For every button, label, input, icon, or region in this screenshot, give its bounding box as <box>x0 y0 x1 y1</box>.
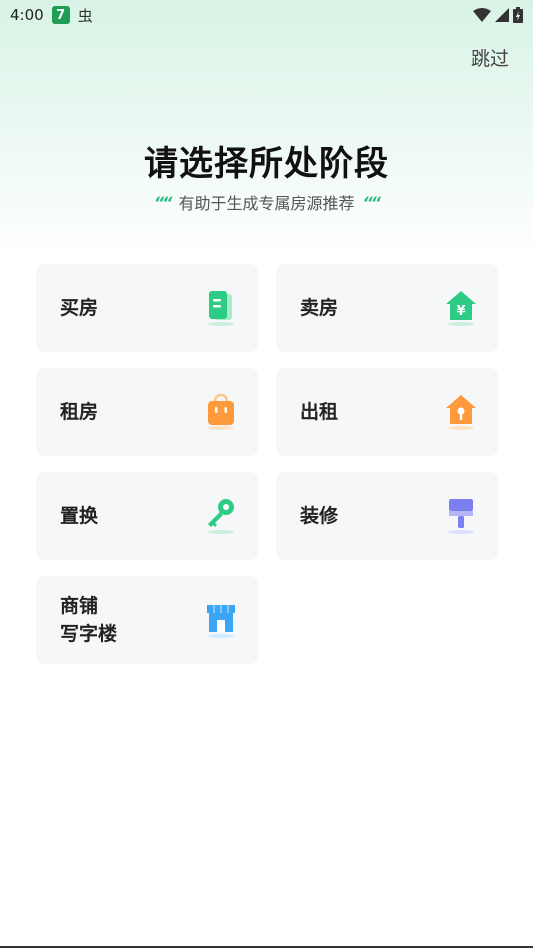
status-time: 4:00 <box>10 6 44 24</box>
stage-card-renovate[interactable]: 装修 <box>276 472 498 560</box>
wifi-icon <box>473 8 491 22</box>
status-bar: 4:00 7 虫 <box>0 0 533 30</box>
stage-label: 租房 <box>60 401 99 423</box>
stage-label: 商铺 写字楼 <box>60 592 117 648</box>
app-badge-icon: 7 <box>51 6 70 24</box>
stage-label: 出租 <box>300 401 339 423</box>
svg-text:¥: ¥ <box>456 304 465 319</box>
bug-icon: 虫 <box>77 6 93 25</box>
stage-label: 装修 <box>300 505 339 527</box>
bag-icon <box>208 393 234 430</box>
quote-right-icon: ““ <box>362 192 382 212</box>
house-key-icon <box>446 395 476 430</box>
stage-label-line1: 商铺 <box>60 595 99 617</box>
stage-card-swap[interactable]: 置换 <box>36 472 258 560</box>
page-subtitle: ““ 有助于生成专属房源推荐 ““ <box>0 190 533 214</box>
stage-card-let[interactable]: 出租 <box>276 368 498 456</box>
stage-label: 卖房 <box>300 297 339 319</box>
signal-icon <box>495 8 509 22</box>
stage-label: 买房 <box>60 297 99 319</box>
house-yuan-icon: ¥ <box>446 291 476 326</box>
subtitle-text: 有助于生成专属房源推荐 <box>178 194 355 213</box>
quote-left-icon: ““ <box>153 192 173 212</box>
stage-label-line2: 写字楼 <box>60 623 118 645</box>
skip-button[interactable]: 跳过 <box>471 44 509 71</box>
stage-card-buy[interactable]: 买房 <box>36 264 258 352</box>
stage-card-rent[interactable]: 租房 <box>36 368 258 456</box>
stage-card-commercial[interactable]: 商铺 写字楼 <box>36 576 258 664</box>
paint-roller-icon <box>448 499 474 534</box>
stage-card-sell[interactable]: 卖房 ¥ <box>276 264 498 352</box>
storefront-icon <box>207 605 235 638</box>
header-background <box>0 0 533 260</box>
battery-icon <box>513 7 523 23</box>
stage-label: 置换 <box>60 505 99 527</box>
document-icon <box>208 291 234 326</box>
status-indicators <box>473 7 523 23</box>
page-title: 请选择所处阶段 <box>144 144 389 184</box>
key-icon <box>208 499 234 534</box>
